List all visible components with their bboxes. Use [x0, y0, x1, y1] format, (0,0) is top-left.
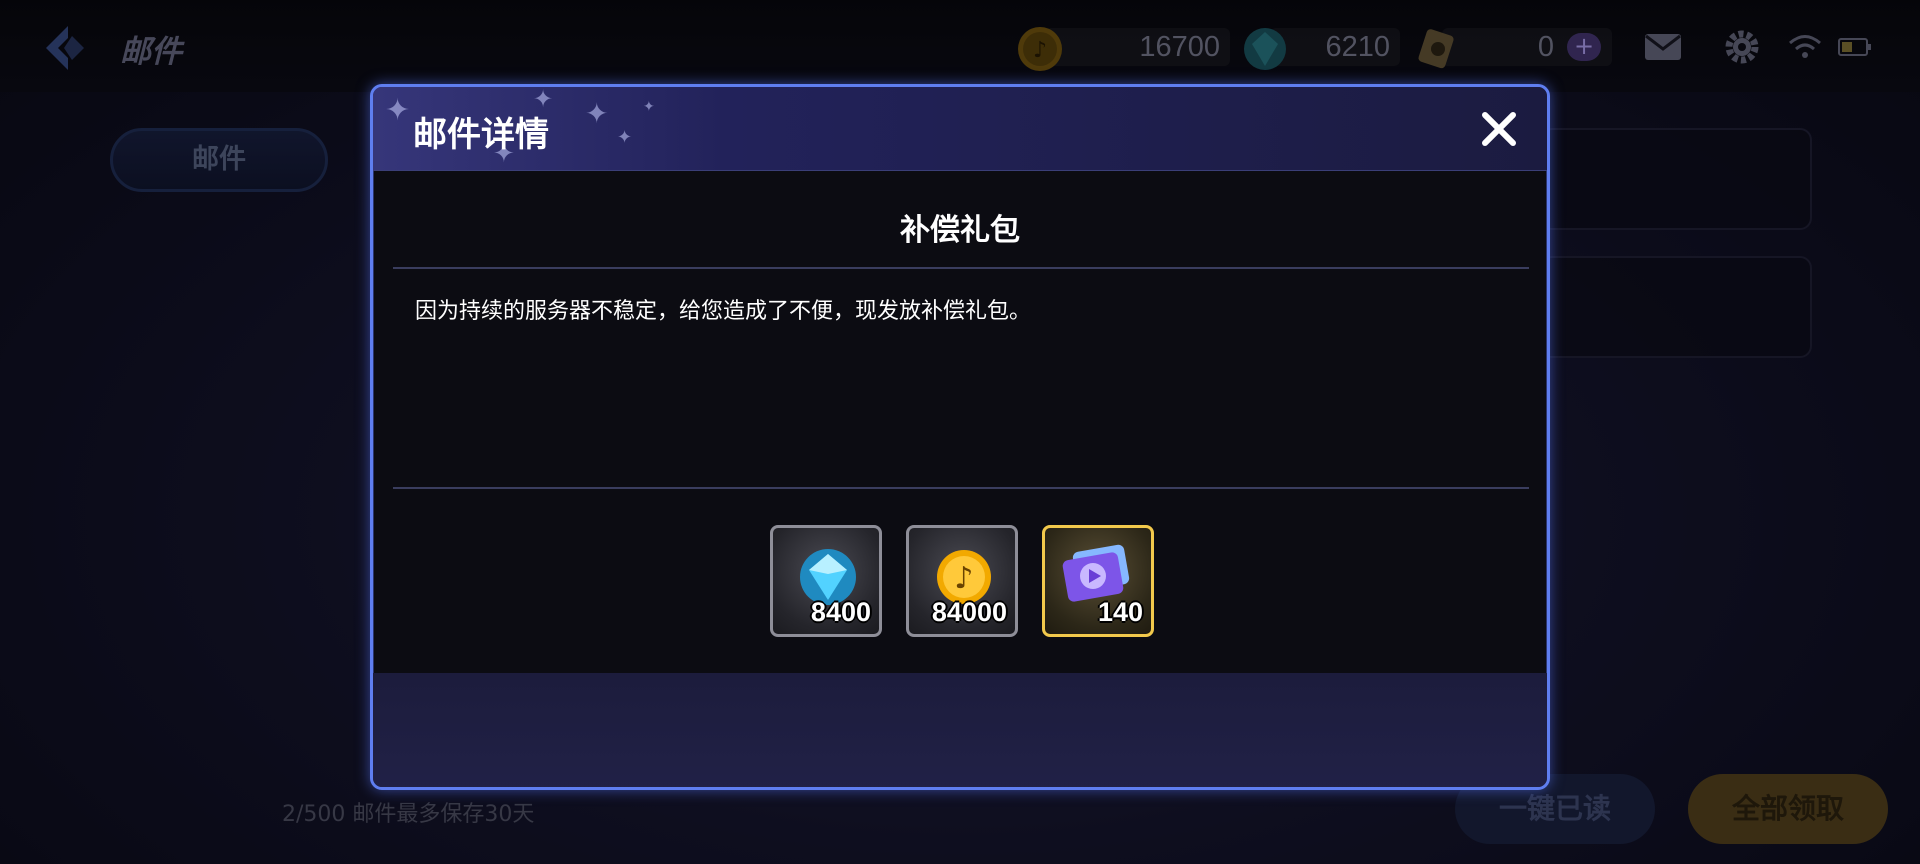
reward-quantity: 8400 — [810, 597, 871, 627]
divider — [393, 267, 1529, 269]
mail-detail-dialog: ✦ ✦ ✦ ✦ ✦ ✦ 邮件详情 补偿礼包 因为持续的服务器不稳定，给您造成了不… — [370, 84, 1550, 790]
close-icon[interactable] — [1477, 107, 1521, 151]
reward-item-ticket[interactable]: 140 — [1042, 525, 1154, 637]
sparkle-icon: ✦ — [617, 127, 633, 148]
mail-body-text: 因为持续的服务器不稳定，给您造成了不便，现发放补偿礼包。 — [415, 299, 1032, 324]
reward-quantity: 140 — [1097, 597, 1143, 627]
sparkle-icon: ✦ — [585, 97, 609, 130]
svg-text:♪: ♪ — [954, 561, 973, 596]
dialog-footer — [373, 673, 1547, 787]
mail-subject: 补偿礼包 — [900, 213, 1020, 248]
dialog-title: 邮件详情 — [413, 115, 549, 155]
reward-item-gem[interactable]: 8400 — [770, 525, 882, 637]
sparkle-icon: ✦ — [385, 93, 411, 128]
reward-quantity: 84000 — [931, 597, 1007, 627]
dialog-header: ✦ ✦ ✦ ✦ ✦ ✦ 邮件详情 — [373, 87, 1547, 171]
divider — [393, 487, 1529, 489]
reward-list: 8400 ♪ 84000 140 — [373, 525, 1547, 637]
reward-item-coin[interactable]: ♪ 84000 — [906, 525, 1018, 637]
sparkle-icon: ✦ — [643, 99, 655, 115]
